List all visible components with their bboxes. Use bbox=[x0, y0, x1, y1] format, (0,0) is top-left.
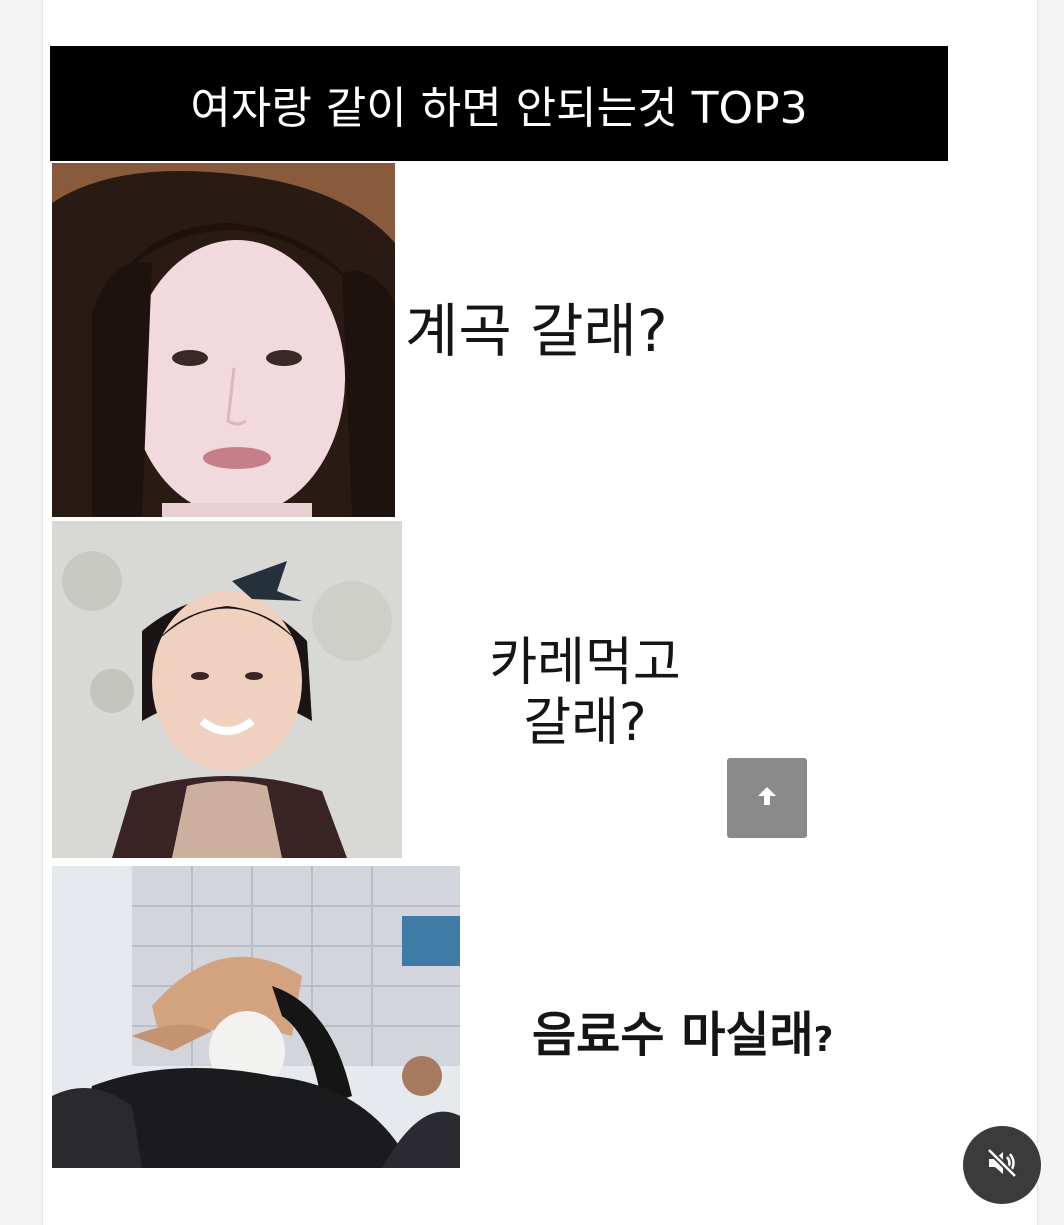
photo-person-cap bbox=[52, 866, 460, 1168]
caption-curry: 카레먹고 갈래? bbox=[489, 633, 681, 753]
photo-woman-2 bbox=[52, 521, 402, 858]
scroll-to-top-button[interactable] bbox=[727, 758, 807, 838]
speaker-muted-icon bbox=[983, 1144, 1021, 1186]
photo-woman-1 bbox=[52, 163, 395, 517]
meme-title: 여자랑 같이 하면 안되는것 TOP3 bbox=[190, 82, 808, 134]
caption-valley: 계곡 갈래? bbox=[405, 297, 668, 365]
caption-drink: 음료수 마실래? bbox=[532, 1007, 834, 1063]
arrow-up-icon bbox=[754, 783, 780, 813]
meme-image: 여자랑 같이 하면 안되는것 TOP3 계곡 갈래? 카레먹고 갈래? 음료수 … bbox=[50, 46, 948, 1170]
meme-title-bar: 여자랑 같이 하면 안되는것 TOP3 bbox=[50, 46, 948, 161]
unmute-button[interactable] bbox=[963, 1126, 1041, 1204]
